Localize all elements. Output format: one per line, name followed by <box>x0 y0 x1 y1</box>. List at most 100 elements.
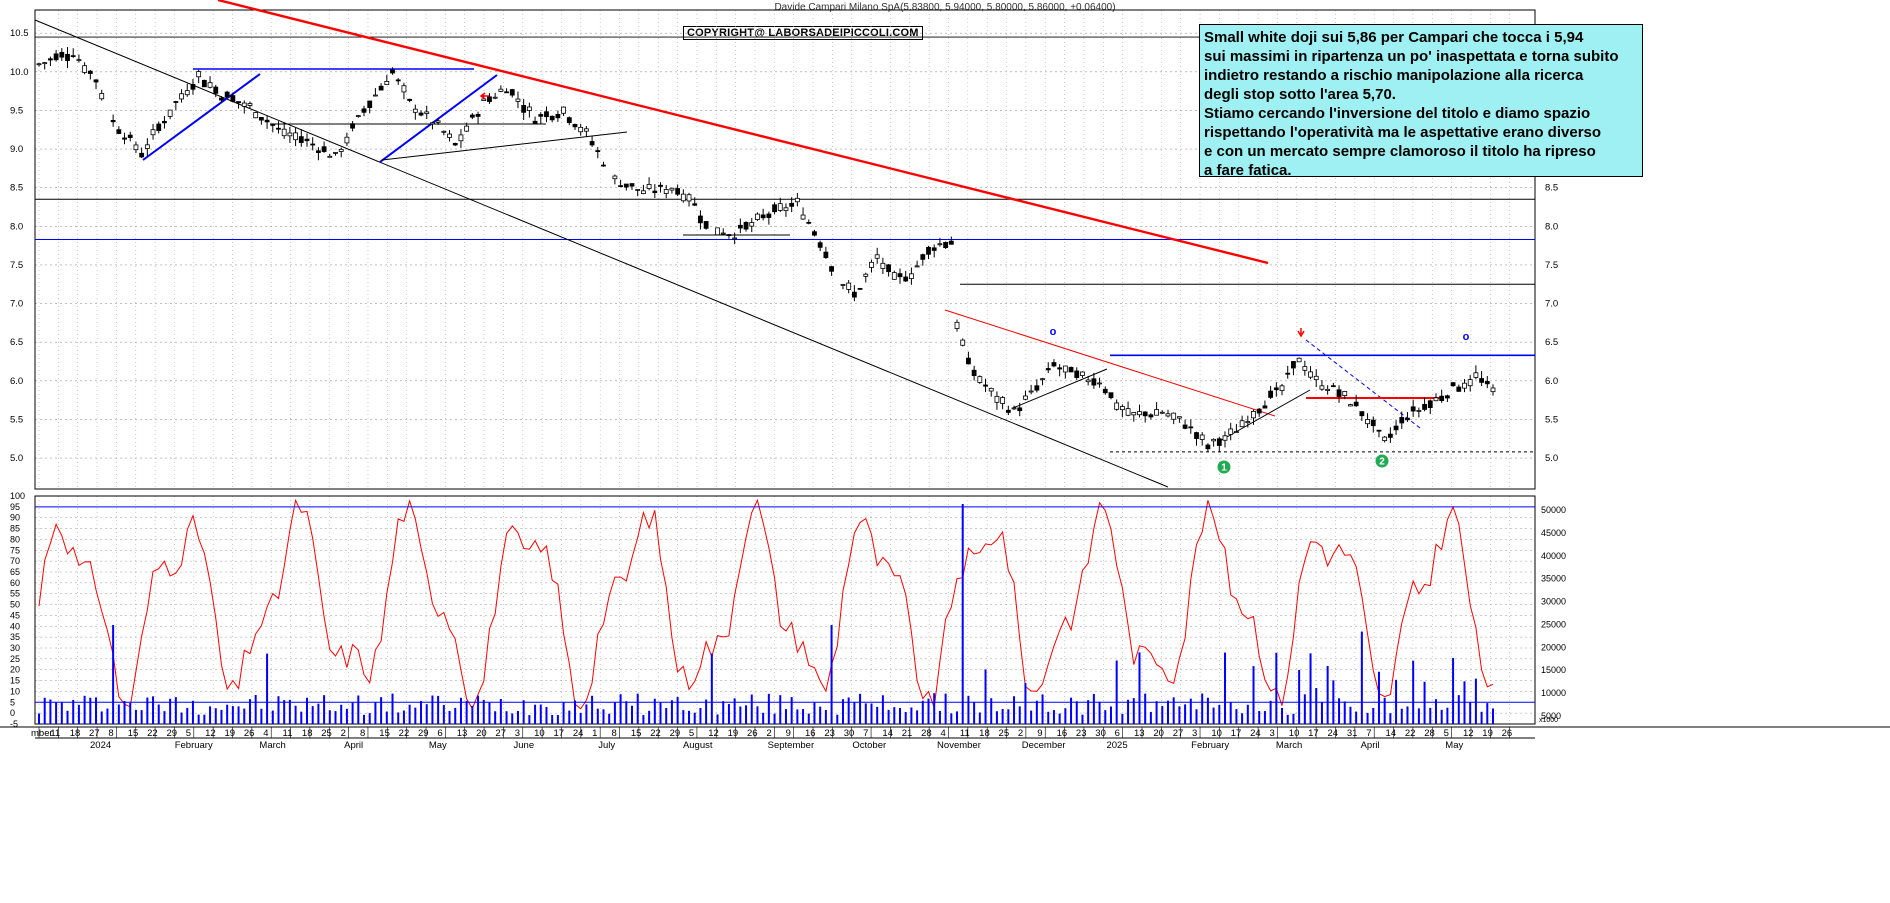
volume-bar <box>956 711 959 724</box>
volume-tick-label: 10000 <box>1541 688 1566 698</box>
candle-body <box>87 70 93 74</box>
candle-body <box>373 94 378 97</box>
volume-bar <box>408 704 411 724</box>
candle-body <box>680 193 686 202</box>
candle-body <box>1017 407 1023 412</box>
candle-body <box>338 148 344 152</box>
candle-body <box>361 108 367 113</box>
date-tick-label: 12 <box>708 728 719 739</box>
price-tick-label-left: 10.0 <box>10 67 29 78</box>
candle-body <box>144 144 150 149</box>
volume-bar <box>209 706 212 724</box>
candle-body <box>857 288 863 290</box>
candle-body <box>418 112 424 116</box>
date-tick-label: 12 <box>1463 728 1474 739</box>
candle-body <box>641 190 646 195</box>
candle-body <box>800 214 806 220</box>
volume-bar <box>465 700 468 724</box>
month-label: 2025 <box>1106 740 1127 751</box>
candle-body <box>1416 410 1422 412</box>
candle-body <box>1319 385 1325 390</box>
volume-bar <box>448 710 451 724</box>
osc-tick-label: 70 <box>10 556 20 566</box>
marker-two-label: 2 <box>1379 457 1385 468</box>
candle-body <box>686 194 692 202</box>
candle-body <box>1051 362 1057 367</box>
volume-bar <box>1189 698 1192 724</box>
candle-body <box>1040 378 1045 381</box>
volume-bar <box>853 702 856 724</box>
date-tick-label: 11 <box>960 728 970 739</box>
volume-bar <box>157 704 160 724</box>
candle-body <box>1074 370 1080 378</box>
date-tick-label: 12 <box>205 728 216 739</box>
volume-bar <box>938 710 941 724</box>
date-tick-label: 25 <box>999 728 1010 739</box>
candle-body <box>874 254 880 259</box>
price-tick-label-left: 10.5 <box>10 28 29 39</box>
candle-body <box>1165 413 1171 417</box>
date-tick-label: 15 <box>631 728 642 739</box>
date-tick-label: 8 <box>108 728 113 739</box>
price-tick-label-left: 8.5 <box>10 183 23 194</box>
candle-body <box>190 84 196 90</box>
candle-body <box>1262 405 1268 409</box>
candle-body <box>851 291 857 298</box>
candle-body <box>1142 411 1148 417</box>
volume-bar <box>425 704 428 724</box>
candle-body <box>48 58 53 61</box>
volume-bar <box>727 704 730 724</box>
candle-body <box>127 134 133 138</box>
candle-body <box>692 203 698 206</box>
candle-body <box>464 125 470 132</box>
volume-bar <box>1212 707 1215 724</box>
volume-bar <box>859 693 862 724</box>
candle-body <box>1251 411 1256 419</box>
price-tick-label-left: 7.5 <box>10 260 23 271</box>
volume-bar <box>1298 669 1301 724</box>
trend-line <box>944 309 1276 417</box>
candle-body <box>1211 438 1217 442</box>
candle-body <box>595 150 601 153</box>
volume-bar <box>305 697 308 724</box>
volume-bar <box>231 706 234 724</box>
volume-bar <box>995 711 998 724</box>
price-tick-label-left: 7.0 <box>10 299 23 310</box>
volume-bar <box>368 713 371 724</box>
candle-body <box>122 137 127 140</box>
volume-bar <box>77 704 80 724</box>
date-tick-label: 30 <box>844 728 855 739</box>
month-label: November <box>937 740 981 751</box>
candle-body <box>1365 419 1370 425</box>
osc-tick-label: 60 <box>10 578 20 588</box>
date-tick-label: 8 <box>612 728 617 739</box>
volume-bar <box>397 712 400 724</box>
volume-bar <box>431 695 434 724</box>
volume-tick-label: 45000 <box>1541 528 1566 538</box>
volume-bar <box>807 713 810 724</box>
volume-bar <box>351 702 354 724</box>
volume-bar <box>494 711 497 724</box>
volume-bar <box>1412 660 1415 724</box>
volume-bar <box>870 703 873 724</box>
month-label: December <box>1022 740 1066 751</box>
volume-bar <box>819 706 822 724</box>
osc-tick-label: 100 <box>10 491 25 501</box>
month-label: July <box>598 740 615 751</box>
marker-one-label: 1 <box>1221 463 1227 474</box>
candle-body <box>390 69 395 74</box>
volume-bar <box>887 709 890 724</box>
candle-body <box>412 108 418 113</box>
volume-bar <box>300 711 303 724</box>
volume-bar <box>146 697 149 724</box>
volume-bar <box>380 697 383 724</box>
volume-bar <box>1224 652 1227 724</box>
osc-tick-label: 35 <box>10 632 20 642</box>
volume-bar <box>1406 706 1409 724</box>
volume-bar <box>237 706 240 724</box>
volume-bar <box>573 700 576 724</box>
candle-body <box>264 119 270 123</box>
volume-bar <box>613 702 616 724</box>
candle-body <box>1382 436 1388 442</box>
volume-bar <box>1075 701 1078 724</box>
